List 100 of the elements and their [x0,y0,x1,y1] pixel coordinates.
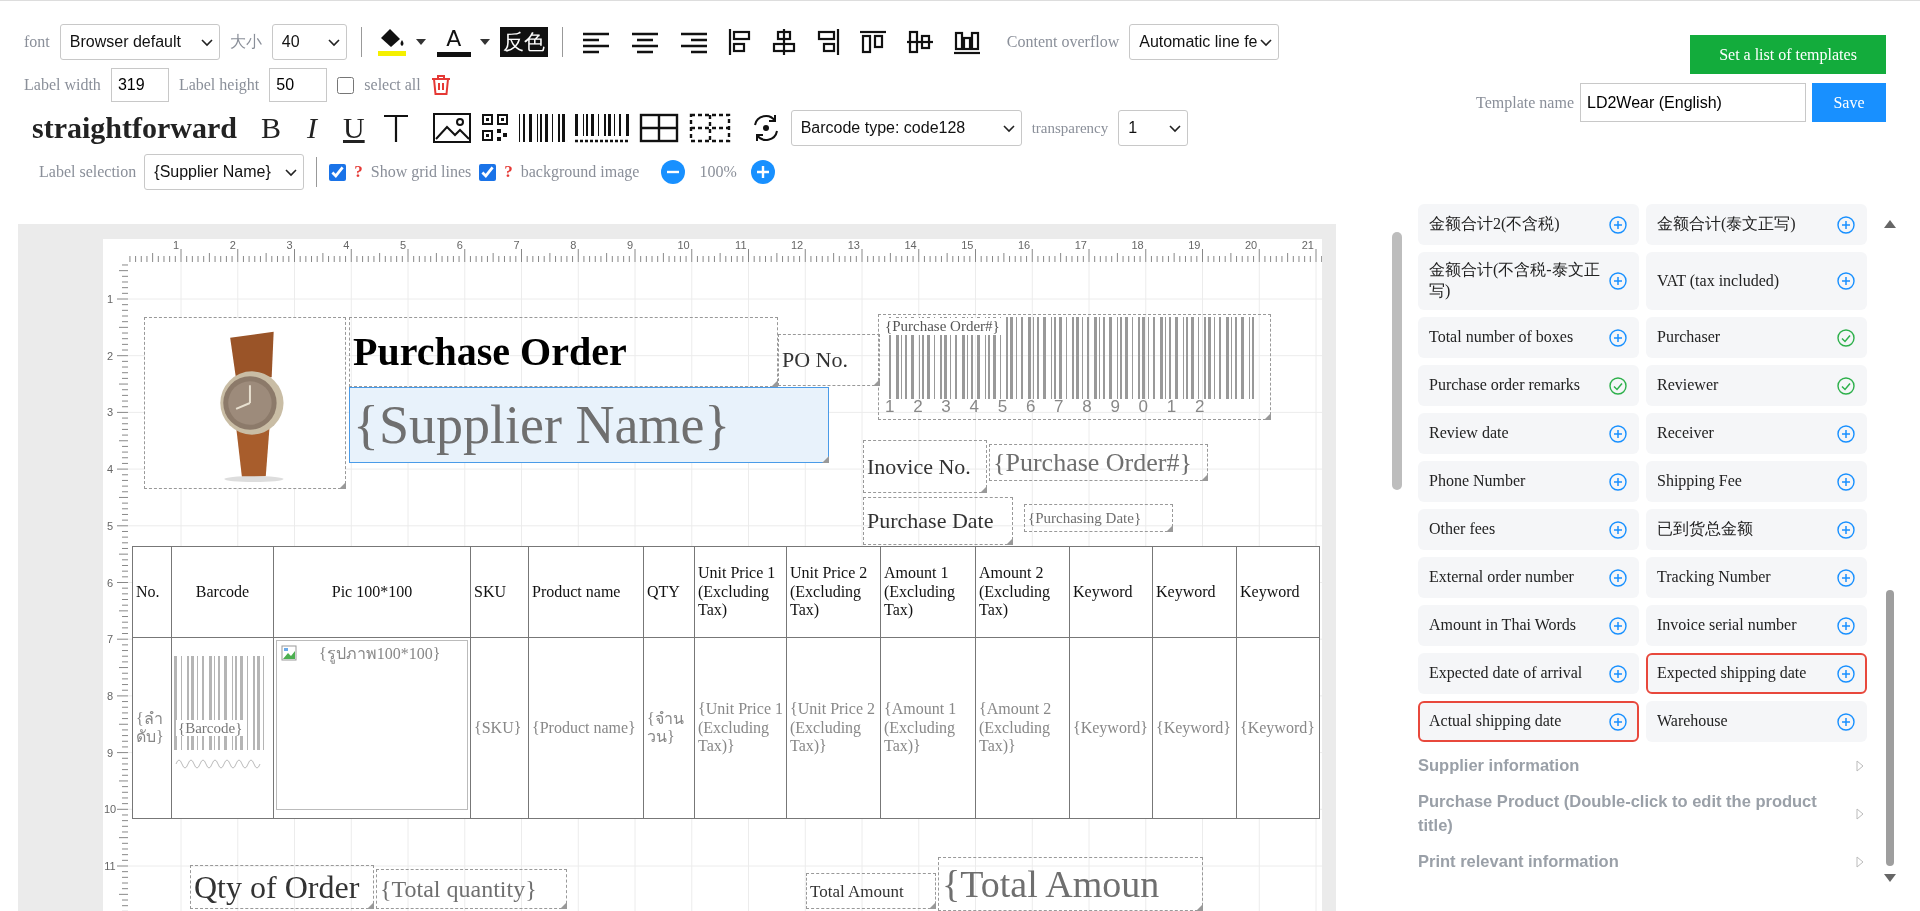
field-item[interactable]: Shipping Fee [1646,461,1867,502]
field-placeholder[interactable]: {Purchase Order#} [989,444,1208,481]
trash-icon[interactable] [430,74,451,96]
text-label[interactable]: Inovice No. [863,440,987,493]
field-item[interactable]: 金额合计(不含税-泰文正写) [1418,252,1639,310]
help-mark[interactable]: ? [354,162,363,182]
text-label[interactable]: PO No. [778,334,880,386]
field-item[interactable]: 金额合计(泰文正写) [1646,204,1867,245]
text-color-button[interactable]: A [435,27,472,57]
column-header[interactable]: Product name [528,546,644,638]
zoom-in-icon[interactable] [750,160,775,184]
table-cell[interactable]: {Product name} [528,637,644,819]
field-placeholder[interactable]: {Total quantity} [376,869,567,909]
add-icon[interactable] [1837,568,1855,587]
add-icon[interactable] [1837,664,1855,683]
font-select[interactable]: Browser default [59,24,220,60]
image-icon[interactable] [432,113,471,143]
add-icon[interactable] [1609,520,1627,539]
add-icon[interactable] [1609,616,1627,635]
background-image-checkbox[interactable] [479,163,497,181]
field-placeholder[interactable]: {Purchasing Date} [1024,504,1173,532]
image-placeholder[interactable]: {รูปภาพ100*100} [276,640,468,810]
text-label[interactable]: Qty of Order [190,865,374,909]
check-circle-icon[interactable] [1609,376,1627,395]
align-right-icon[interactable] [678,30,709,54]
field-item[interactable]: Amount in Thai Words [1418,605,1639,646]
transparency-select[interactable]: 1 [1118,110,1189,146]
caret-icon[interactable] [415,39,426,45]
add-icon[interactable] [1609,472,1627,491]
resize-handle[interactable] [367,902,374,909]
add-icon[interactable] [1609,272,1627,290]
resize-handle[interactable] [873,379,880,386]
check-circle-icon[interactable] [1837,328,1855,347]
barcode-element[interactable]: {Purchase Order#} 1 2 3 4 5 6 7 8 9 0 1 2 [878,314,1271,420]
table-cell[interactable]: {Amount 2 (Excluding Tax)} [975,637,1070,819]
select-all-checkbox[interactable] [337,76,355,94]
size-select[interactable]: 40 [271,24,347,60]
scroll-down-icon[interactable] [1884,874,1896,882]
resize-handle[interactable] [980,486,987,493]
add-icon[interactable] [1609,568,1627,587]
help-mark[interactable]: ? [504,162,513,182]
invert-button[interactable]: 反色 [499,27,548,57]
field-item[interactable]: Expected date of arrival [1418,653,1639,694]
add-icon[interactable] [1609,712,1627,731]
field-item[interactable]: Phone Number [1418,461,1639,502]
field-item[interactable]: 金额合计2(不含税) [1418,204,1639,245]
field-item[interactable]: Reviewer [1646,365,1867,406]
check-circle-icon[interactable] [1837,376,1855,395]
add-icon[interactable] [1837,712,1855,731]
resize-handle[interactable] [560,902,567,909]
add-icon[interactable] [1837,616,1855,635]
label-width-field[interactable]: 319 [110,68,169,102]
dashed-table-icon[interactable] [688,113,731,143]
align-left-edge-icon[interactable] [727,28,752,56]
align-left-icon[interactable] [580,30,611,54]
field-item[interactable]: Invoice serial number [1646,605,1867,646]
add-icon[interactable] [1837,272,1855,290]
field-item[interactable]: Warehouse [1646,701,1867,742]
scrollbar-thumb[interactable] [1886,590,1894,866]
column-header[interactable]: Unit Price 2 (Excluding Tax) [786,546,881,638]
add-icon[interactable] [1837,424,1855,443]
table-cell[interactable]: {SKU} [470,637,529,819]
add-icon[interactable] [1837,472,1855,491]
align-bottom-icon[interactable] [952,29,981,55]
barcode-icon[interactable] [518,113,565,143]
table-cell[interactable]: {จำนวน} [643,637,695,819]
align-vertical-middle-icon[interactable] [905,28,934,56]
caret-icon[interactable] [479,39,490,45]
add-icon[interactable] [1609,424,1627,443]
label-height-field[interactable]: 50 [269,68,328,102]
table-cell[interactable]: {Keyword} [1236,637,1320,819]
column-header[interactable]: Keyword [1069,546,1153,638]
column-header[interactable]: Unit Price 1 (Excluding Tax) [694,546,787,638]
table-cell[interactable]: {Unit Price 2 (Excluding Tax)} [786,637,881,819]
field-item[interactable]: Purchase order remarks [1418,365,1639,406]
table-cell[interactable]: {Unit Price 1 (Excluding Tax)} [694,637,787,819]
text-label[interactable]: Purchase Date [863,497,1013,545]
field-item[interactable]: Purchaser [1646,317,1867,358]
text-label[interactable]: Total Amount [806,873,936,909]
field-item[interactable]: 已到货总金额 [1646,509,1867,550]
fill-color-icon[interactable] [375,27,408,57]
label-selection-select[interactable]: {Supplier Name} [144,154,305,190]
resize-handle[interactable] [929,902,936,909]
column-header[interactable]: Pic 100*100 [273,546,471,638]
resize-handle[interactable] [339,482,346,489]
add-icon[interactable] [1609,328,1627,347]
table-cell[interactable]: {ลำดับ} [132,637,172,819]
text-tool-icon[interactable] [382,113,409,143]
field-item[interactable]: Tracking Number [1646,557,1867,598]
field-item[interactable]: Review date [1418,413,1639,454]
template-name-field[interactable]: LD2Wear (English) [1580,83,1806,122]
table-cell[interactable]: {Keyword} [1152,637,1237,819]
add-icon[interactable] [1609,215,1627,234]
scroll-up-icon[interactable] [1884,220,1896,228]
field-item[interactable]: Receiver [1646,413,1867,454]
column-header[interactable]: No. [132,546,172,638]
column-header[interactable]: Amount 1 (Excluding Tax) [880,546,976,638]
align-middle-icon[interactable] [770,28,797,56]
field-item[interactable]: Other fees [1418,509,1639,550]
barcode-type-select[interactable]: Barcode type: code128 [790,110,1022,146]
